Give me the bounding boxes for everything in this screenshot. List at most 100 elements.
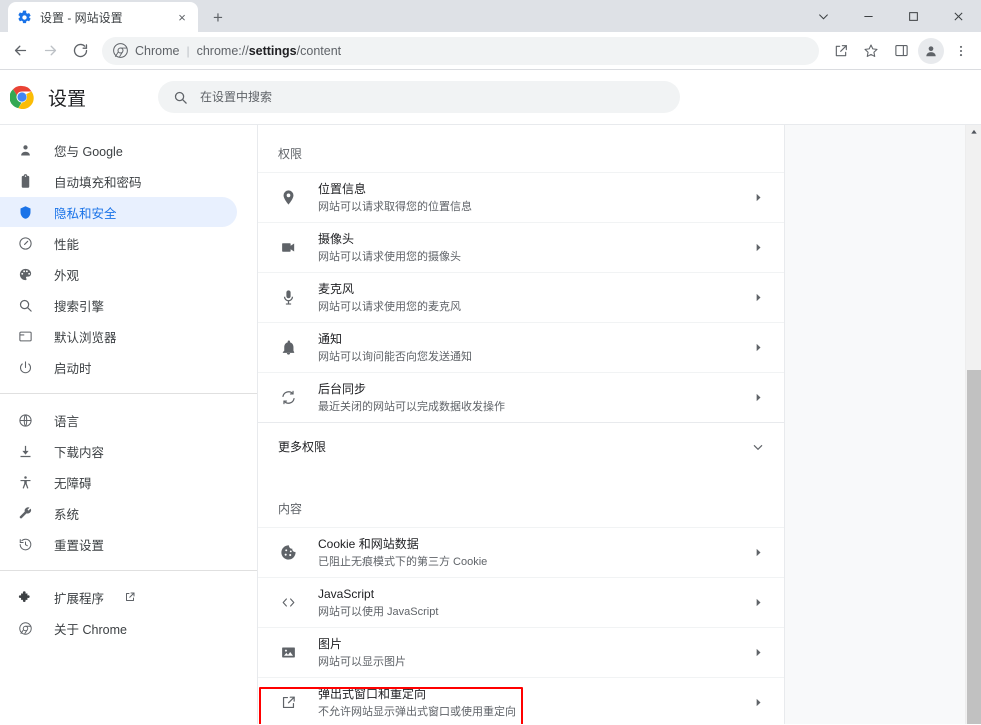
forward-icon[interactable] bbox=[36, 37, 64, 65]
page-scrollbar[interactable] bbox=[965, 125, 981, 724]
minimize-button[interactable] bbox=[846, 0, 891, 32]
address-bar[interactable]: Chrome | chrome://settings/content bbox=[102, 37, 819, 65]
sidebar-item-about-chrome[interactable]: 关于 Chrome bbox=[0, 613, 237, 643]
row-subtitle: 网站可以请求取得您的位置信息 bbox=[318, 199, 750, 215]
url-bold: settings bbox=[249, 44, 297, 58]
close-button[interactable] bbox=[936, 0, 981, 32]
expand-label: 更多权限 bbox=[278, 438, 750, 455]
bookmark-star-icon[interactable] bbox=[857, 37, 885, 65]
sidebar-item-appearance[interactable]: 外观 bbox=[0, 259, 237, 289]
sidebar-item-extensions[interactable]: 扩展程序 bbox=[0, 582, 237, 612]
close-icon[interactable]: × bbox=[174, 9, 190, 25]
sidebar-item-on-startup[interactable]: 启动时 bbox=[0, 352, 237, 382]
sidebar-item-you-and-google[interactable]: 您与 Google bbox=[0, 135, 237, 165]
sidebar-item-label: 语言 bbox=[54, 411, 79, 430]
row-text: 后台同步 最近关闭的网站可以完成数据收发操作 bbox=[318, 381, 750, 415]
search-icon bbox=[172, 89, 188, 105]
more-menu-icon[interactable] bbox=[947, 37, 975, 65]
settings-card: 权限 位置信息 网站可以请求取得您的位置信息 bbox=[258, 125, 785, 724]
sidebar-divider bbox=[0, 393, 257, 394]
tab-search-button[interactable] bbox=[801, 0, 846, 32]
sidebar-item-reset-settings[interactable]: 重置设置 bbox=[0, 529, 237, 559]
chevron-right-icon[interactable] bbox=[750, 290, 766, 306]
row-background-sync[interactable]: 后台同步 最近关闭的网站可以完成数据收发操作 bbox=[258, 372, 784, 422]
settings-content-area: 权限 位置信息 网站可以请求取得您的位置信息 bbox=[258, 125, 981, 724]
power-icon bbox=[16, 358, 34, 376]
row-location[interactable]: 位置信息 网站可以请求取得您的位置信息 bbox=[258, 172, 784, 222]
chevron-right-icon[interactable] bbox=[750, 190, 766, 206]
row-camera[interactable]: 摄像头 网站可以请求使用您的摄像头 bbox=[258, 222, 784, 272]
sidebar-item-search-engine[interactable]: 搜索引擎 bbox=[0, 290, 237, 320]
puzzle-icon bbox=[16, 588, 34, 606]
location-pin-icon bbox=[278, 188, 298, 208]
side-panel-icon[interactable] bbox=[887, 37, 915, 65]
sidebar-item-label: 隐私和安全 bbox=[54, 203, 117, 222]
scrollbar-thumb[interactable] bbox=[967, 370, 981, 724]
chevron-right-icon[interactable] bbox=[750, 340, 766, 356]
row-popups-and-redirects[interactable]: 弹出式窗口和重定向 不允许网站显示弹出式窗口或使用重定向 bbox=[258, 677, 784, 724]
section-gap bbox=[258, 470, 784, 480]
permissions-section-heading: 权限 bbox=[258, 125, 784, 172]
scroll-up-arrow[interactable] bbox=[966, 125, 981, 139]
chrome-outline-icon bbox=[16, 619, 34, 637]
sidebar-item-privacy-and-security[interactable]: 隐私和安全 bbox=[0, 197, 237, 227]
row-title: 后台同步 bbox=[318, 381, 750, 398]
settings-search-box[interactable] bbox=[158, 81, 680, 113]
chevron-right-icon[interactable] bbox=[750, 545, 766, 561]
camera-icon bbox=[278, 238, 298, 258]
expand-more-permissions[interactable]: 更多权限 bbox=[258, 422, 784, 470]
chevron-right-icon[interactable] bbox=[750, 390, 766, 406]
sync-icon bbox=[278, 388, 298, 408]
row-title: 麦克风 bbox=[318, 281, 750, 298]
row-images[interactable]: 图片 网站可以显示图片 bbox=[258, 627, 784, 677]
settings-page: 设置 您与 Google bbox=[0, 70, 981, 724]
microphone-icon bbox=[278, 288, 298, 308]
tab-title: 设置 - 网站设置 bbox=[40, 9, 166, 26]
search-input[interactable] bbox=[200, 90, 666, 104]
reload-icon[interactable] bbox=[66, 37, 94, 65]
chevron-down-icon[interactable] bbox=[750, 439, 766, 455]
share-icon[interactable] bbox=[827, 37, 855, 65]
row-text: 弹出式窗口和重定向 不允许网站显示弹出式窗口或使用重定向 bbox=[318, 686, 750, 720]
row-subtitle: 网站可以显示图片 bbox=[318, 654, 750, 670]
chevron-right-icon[interactable] bbox=[750, 695, 766, 711]
browser-toolbar: Chrome | chrome://settings/content bbox=[0, 32, 981, 70]
row-title: 图片 bbox=[318, 636, 750, 653]
sidebar-item-system[interactable]: 系统 bbox=[0, 498, 237, 528]
clipboard-icon bbox=[16, 172, 34, 190]
chevron-right-icon[interactable] bbox=[750, 645, 766, 661]
row-title: Cookie 和网站数据 bbox=[318, 536, 750, 553]
chevron-right-icon[interactable] bbox=[750, 595, 766, 611]
row-subtitle: 网站可以使用 JavaScript bbox=[318, 604, 750, 620]
sidebar-item-accessibility[interactable]: 无障碍 bbox=[0, 467, 237, 497]
sidebar-item-label: 系统 bbox=[54, 504, 79, 523]
row-subtitle: 网站可以询问能否向您发送通知 bbox=[318, 349, 750, 365]
row-subtitle: 网站可以请求使用您的麦克风 bbox=[318, 299, 750, 315]
profile-avatar-icon[interactable] bbox=[917, 37, 945, 65]
sidebar-item-default-browser[interactable]: 默认浏览器 bbox=[0, 321, 237, 351]
chevron-right-icon[interactable] bbox=[750, 240, 766, 256]
row-javascript[interactable]: JavaScript 网站可以使用 JavaScript bbox=[258, 577, 784, 627]
row-text: 麦克风 网站可以请求使用您的麦克风 bbox=[318, 281, 750, 315]
maximize-button[interactable] bbox=[891, 0, 936, 32]
sidebar-item-autofill[interactable]: 自动填充和密码 bbox=[0, 166, 237, 196]
browser-tab[interactable]: 设置 - 网站设置 × bbox=[8, 2, 198, 32]
sidebar-item-downloads[interactable]: 下载内容 bbox=[0, 436, 237, 466]
sidebar-item-label: 性能 bbox=[54, 234, 79, 253]
popup-window-icon bbox=[278, 693, 298, 713]
row-text: JavaScript 网站可以使用 JavaScript bbox=[318, 586, 750, 620]
row-notifications[interactable]: 通知 网站可以询问能否向您发送通知 bbox=[258, 322, 784, 372]
row-cookies[interactable]: Cookie 和网站数据 已阻止无痕模式下的第三方 Cookie bbox=[258, 527, 784, 577]
chrome-logo-icon bbox=[112, 43, 128, 59]
browser-window: 设置 - 网站设置 × + bbox=[0, 0, 981, 725]
cookie-icon bbox=[278, 543, 298, 563]
back-icon[interactable] bbox=[6, 37, 34, 65]
search-icon bbox=[16, 296, 34, 314]
sidebar-item-performance[interactable]: 性能 bbox=[0, 228, 237, 258]
sidebar-item-languages[interactable]: 语言 bbox=[0, 405, 237, 435]
window-controls bbox=[801, 0, 981, 32]
new-tab-button[interactable]: + bbox=[204, 3, 232, 31]
row-microphone[interactable]: 麦克风 网站可以请求使用您的麦克风 bbox=[258, 272, 784, 322]
row-subtitle: 不允许网站显示弹出式窗口或使用重定向 bbox=[318, 704, 750, 720]
row-title: 弹出式窗口和重定向 bbox=[318, 686, 750, 703]
